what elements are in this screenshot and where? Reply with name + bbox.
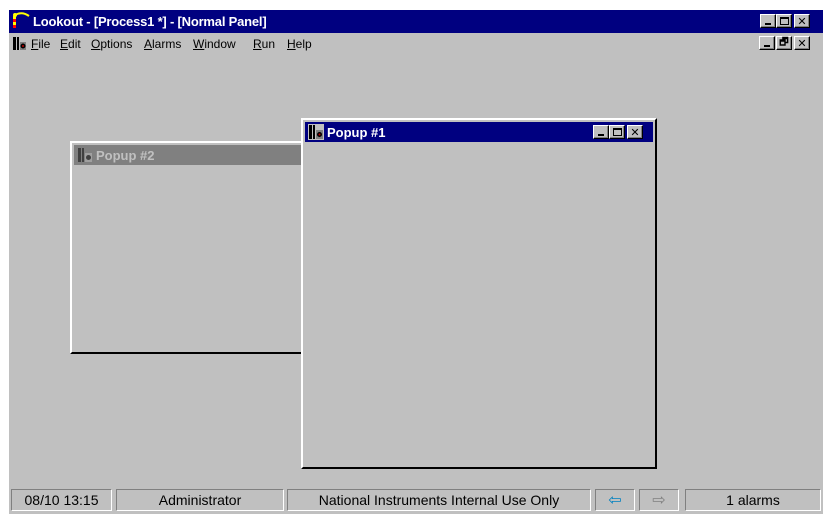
arrow-left-icon[interactable]: ⇦ <box>595 489 635 511</box>
menu-window[interactable]: Window <box>193 37 236 51</box>
menu-options[interactable]: Options <box>91 37 132 51</box>
panel-icon <box>78 148 92 162</box>
lookout-app-icon[interactable] <box>12 12 30 30</box>
status-bar: 08/10 13:15 Administrator National Instr… <box>9 486 823 514</box>
menu-file[interactable]: File <box>31 37 50 51</box>
app-close-button[interactable]: ✕ <box>794 14 810 28</box>
lookout-app-window: Lookout - [Process1 *] - [Normal Panel] … <box>9 10 823 514</box>
close-icon: ✕ <box>797 36 807 50</box>
app-title: Lookout - [Process1 *] - [Normal Panel] <box>33 14 267 29</box>
status-alarms[interactable]: 1 alarms <box>685 489 821 511</box>
app-titlebar[interactable]: Lookout - [Process1 *] - [Normal Panel] … <box>9 10 823 33</box>
close-icon: ✕ <box>630 125 640 139</box>
doc-minimize-button[interactable] <box>759 36 775 50</box>
menu-run[interactable]: Run <box>253 37 275 51</box>
popup-2-window[interactable]: Popup #2 <box>70 141 310 354</box>
maximize-icon <box>779 17 789 25</box>
popup-1-title: Popup #1 <box>327 125 386 140</box>
popup-1-close-button[interactable]: ✕ <box>627 125 643 139</box>
document-system-menu-icon[interactable] <box>12 36 27 51</box>
status-datetime: 08/10 13:15 <box>11 489 112 511</box>
menu-edit[interactable]: Edit <box>60 37 81 51</box>
popup-1-window[interactable]: Popup #1 ✕ <box>301 118 657 469</box>
doc-close-button[interactable]: ✕ <box>794 36 810 50</box>
menu-bar: File Edit Options Alarms Window Run Help… <box>9 33 823 55</box>
popup-2-title: Popup #2 <box>96 148 155 163</box>
minimize-icon <box>764 45 770 47</box>
popup-1-titlebar[interactable]: Popup #1 ✕ <box>305 122 653 142</box>
app-minimize-button[interactable] <box>760 14 776 28</box>
mdi-workspace: Popup #2 Popup #1 ✕ <box>9 55 823 485</box>
menu-alarms[interactable]: Alarms <box>144 37 181 51</box>
minimize-icon <box>765 23 771 25</box>
menu-help[interactable]: Help <box>287 37 312 51</box>
restore-icon: 🗗 <box>779 37 789 48</box>
doc-restore-button[interactable]: 🗗 <box>776 36 792 50</box>
status-license: National Instruments Internal Use Only <box>287 489 591 511</box>
panel-icon <box>308 124 324 140</box>
close-icon: ✕ <box>797 14 807 28</box>
popup-2-titlebar[interactable]: Popup #2 <box>74 145 306 165</box>
arrow-right-icon[interactable]: ⇨ <box>639 489 679 511</box>
popup-1-minimize-button[interactable] <box>593 125 609 139</box>
popup-1-maximize-button[interactable] <box>609 125 625 139</box>
minimize-icon <box>598 134 604 136</box>
status-user: Administrator <box>116 489 284 511</box>
maximize-icon <box>612 128 622 136</box>
app-maximize-button[interactable] <box>776 14 792 28</box>
